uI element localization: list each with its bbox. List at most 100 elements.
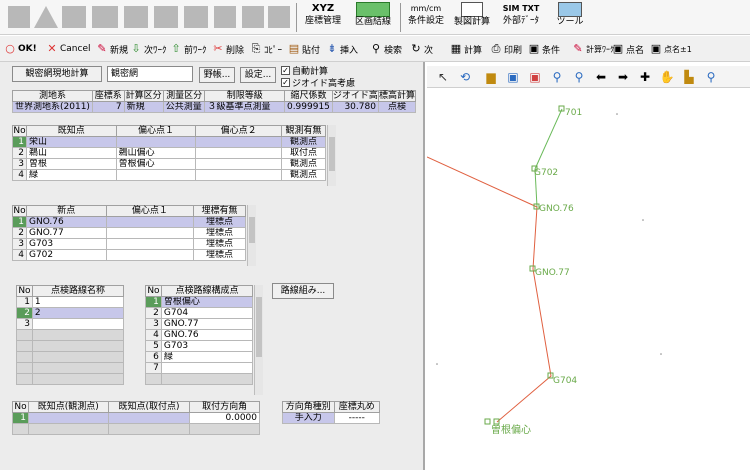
table-row[interactable]: 1 0.0000 <box>12 412 260 424</box>
hand-icon[interactable]: ✋ <box>659 69 675 85</box>
surface-icon[interactable] <box>92 6 118 28</box>
external-data-button[interactable]: SIM TXT 外部ﾃﾞｰﾀ <box>498 2 544 33</box>
column-header: 既知点(観測点) <box>27 401 109 413</box>
column-header: 縮尺係数 <box>283 90 333 102</box>
pointer-icon[interactable]: ↖ <box>435 69 451 85</box>
zoom-in-icon[interactable]: ⚲ <box>549 69 565 85</box>
table-cell[interactable]: 世界測地系(2011) <box>12 101 93 113</box>
settings-button[interactable]: 設定... <box>240 67 276 83</box>
scrollbar-thumb[interactable] <box>256 297 262 357</box>
table-row[interactable]: 3 GNO.77 <box>145 318 254 330</box>
box-icon[interactable] <box>184 6 208 28</box>
next-work-button[interactable]: ⇩ 次ﾜｰｸ <box>130 40 166 58</box>
table-row[interactable]: 3 曽根 曽根偏心 観測点 <box>12 158 326 170</box>
scrollbar-thumb[interactable] <box>249 217 255 243</box>
point-name-increment-button[interactable]: ▣ 点名±1 <box>650 40 692 58</box>
network-name-field[interactable]: 観密網 <box>107 66 193 82</box>
arrow-left-icon[interactable]: ⬅ <box>593 69 609 85</box>
delete-button[interactable]: ✂ 削除 <box>212 40 244 58</box>
table-row[interactable]: 世界測地系(2011) 7 新規 公共測量 ３級基準点測量 0.999915 3… <box>12 101 417 113</box>
calculate-button[interactable]: ▦ 計算 <box>450 40 482 58</box>
table-cell[interactable]: 公共測量 <box>162 101 206 113</box>
arrow-right-icon[interactable]: ➡ <box>615 69 631 85</box>
ok-button[interactable]: ○ OK! <box>4 40 37 58</box>
network-calc-button[interactable]: 観密網現地計算 <box>12 66 102 82</box>
find-next-button[interactable]: ↻ 次 <box>410 40 433 58</box>
box-icon[interactable] <box>124 6 148 28</box>
table-row[interactable]: 1 GNO.76 埋標点 <box>12 216 246 228</box>
known-points-scrollbar[interactable] <box>327 125 336 186</box>
table-cell[interactable]: 0.999915 <box>283 101 333 113</box>
field-notes-button[interactable]: 野帳... <box>199 67 235 83</box>
table-row[interactable]: 4 GNO.76 <box>145 329 254 341</box>
zoom-extent-icon[interactable]: ▣ <box>527 69 543 85</box>
map-dot <box>436 363 438 365</box>
scrollbar-thumb[interactable] <box>329 137 335 171</box>
map-dot <box>660 353 662 355</box>
tripod-icon[interactable] <box>62 6 86 28</box>
table-row[interactable]: 3 G703 埋標点 <box>12 238 246 250</box>
new-button[interactable]: ✎ 新規 <box>96 40 128 58</box>
coord-manage-button[interactable]: XYZ 座標管理 <box>300 2 346 33</box>
insert-button[interactable]: ⇟ 挿入 <box>326 40 358 58</box>
map-icon[interactable] <box>242 6 264 28</box>
zoom-out-icon[interactable]: ⚲ <box>571 69 587 85</box>
known-points-table: No 既知点 偏心点１ 偏心点２ 観測有無 1 栄山 観測点 2 鵜山 鵜山偏心 取付点 … <box>12 125 326 181</box>
point-name-button[interactable]: ▣ 点名 <box>612 40 644 58</box>
geoid-checkbox[interactable]: ✓ ジオイド高考慮 <box>281 76 355 89</box>
pan-cross-icon[interactable]: ✚ <box>637 69 653 85</box>
table-row[interactable]: 4 緑観測点 <box>12 169 326 181</box>
table-row[interactable]: 2 G704 <box>145 307 254 319</box>
conditions-button[interactable]: ▣ 条件 <box>528 40 560 58</box>
table-row[interactable]: 1 曽根偏心 <box>145 296 254 308</box>
route-build-button[interactable]: 路線組み... <box>272 283 334 299</box>
cancel-button[interactable]: ✕ Cancel <box>46 40 90 58</box>
table-row[interactable]: 6緑 <box>145 351 254 363</box>
table-row[interactable]: 11 <box>16 296 125 308</box>
measure-icon[interactable]: ▙ <box>681 69 697 85</box>
table-row[interactable]: 5 G703 <box>145 340 254 352</box>
table-row[interactable]: 22 <box>16 307 125 319</box>
table-cell[interactable]: 30.780 <box>331 101 379 113</box>
table-row[interactable]: 4 G702 埋標点 <box>12 249 246 261</box>
copy-button[interactable]: ⎘ ｺﾋﾟｰ <box>250 40 282 58</box>
table-cell[interactable]: 新規 <box>123 101 164 113</box>
rotate-icon[interactable]: ⟲ <box>457 69 473 85</box>
paste-button[interactable]: ▤ 貼付 <box>288 40 320 58</box>
table-cell[interactable]: 点検 <box>377 101 417 113</box>
route-points-scrollbar[interactable] <box>254 285 263 395</box>
parcel-link-button[interactable]: 区画結線 <box>350 2 396 33</box>
table-cell[interactable]: 7 <box>91 101 125 113</box>
print-button[interactable]: ⎙ 印刷 <box>490 40 522 58</box>
zoom-window-icon[interactable]: ▣ <box>505 69 521 85</box>
tools-icon <box>558 2 582 17</box>
calc-work-button[interactable]: ✎ 計算ﾜｰｸ <box>572 40 614 58</box>
column-header: 点検路線構成点 <box>160 285 254 297</box>
table-row[interactable]: 7 <box>145 362 254 374</box>
table-row[interactable]: 1 栄山 観測点 <box>12 136 326 148</box>
survey-point-marker[interactable] <box>484 418 491 425</box>
table-row <box>12 423 260 435</box>
table-row[interactable]: 3 <box>16 318 125 330</box>
network-map[interactable]: 701 G702 GNO.76 GNO.77 G704 曽根偏心 <box>426 89 750 470</box>
new-points-scrollbar[interactable] <box>247 205 256 266</box>
prev-work-button[interactable]: ⇧ 前ﾜｰｸ <box>170 40 206 58</box>
condition-settings-button[interactable]: mm/cm 条件設定 <box>404 2 448 33</box>
square-icon[interactable] <box>8 6 30 28</box>
table-row[interactable]: 2 GNO.77 埋標点 <box>12 227 246 239</box>
folder-icon[interactable]: ▆ <box>483 69 499 85</box>
magnifier-icon[interactable]: ⚲ <box>703 69 719 85</box>
toolbar-separator <box>400 3 401 32</box>
table-row[interactable]: 手入力 ----- <box>282 412 381 424</box>
tools-button[interactable]: ツール <box>548 2 592 33</box>
map-icon[interactable] <box>214 6 236 28</box>
drafting-calc-button[interactable]: 製図計算 <box>450 2 494 33</box>
search-button[interactable]: ⚲ 検索 <box>370 40 402 58</box>
map-dot <box>616 113 618 115</box>
table-cell[interactable]: ３級基準点測量 <box>204 101 285 113</box>
table-row[interactable]: 2 鵜山 鵜山偏心 取付点 <box>12 147 326 159</box>
book-icon[interactable] <box>268 6 290 28</box>
triangle-icon[interactable] <box>34 6 58 28</box>
box-icon[interactable] <box>154 6 178 28</box>
route-plot[interactable]: 701 G702 GNO.76 GNO.77 G704 曽根偏心 <box>426 89 750 470</box>
